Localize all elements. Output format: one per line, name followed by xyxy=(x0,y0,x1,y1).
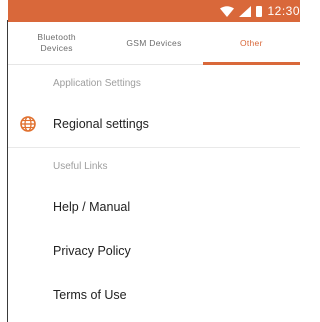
help-manual-link[interactable]: Help / Manual xyxy=(8,185,300,229)
privacy-policy-link[interactable]: Privacy Policy xyxy=(8,229,300,273)
help-manual-label: Help / Manual xyxy=(53,200,131,214)
signal-icon xyxy=(239,5,252,17)
tab-label: Other xyxy=(239,37,263,48)
tab-other[interactable]: Other xyxy=(202,22,300,65)
status-icons: 12:30 xyxy=(220,3,300,19)
tab-label: Bluetooth Devices xyxy=(37,32,76,53)
settings-list: Application Settings Regional settings U… xyxy=(8,65,300,317)
tab-bluetooth-devices[interactable]: Bluetooth Devices xyxy=(8,22,105,64)
terms-of-use-label: Terms of Use xyxy=(53,288,127,302)
battery-icon xyxy=(256,5,263,17)
section-header-application-settings: Application Settings xyxy=(53,78,141,89)
status-time: 12:30 xyxy=(267,4,300,18)
regional-settings-label: Regional settings xyxy=(53,117,149,131)
app-screen: 12:30 Bluetooth Devices GSM Devices Othe… xyxy=(8,0,300,322)
tab-bar: Bluetooth Devices GSM Devices Other xyxy=(8,22,300,65)
wifi-icon xyxy=(220,5,235,17)
terms-of-use-link[interactable]: Terms of Use xyxy=(8,273,300,317)
tab-gsm-devices[interactable]: GSM Devices xyxy=(105,22,202,64)
regional-settings-item[interactable]: Regional settings xyxy=(8,102,300,146)
status-bar: 12:30 xyxy=(8,0,300,22)
globe-icon xyxy=(20,116,36,132)
tab-label: GSM Devices xyxy=(126,37,182,48)
privacy-policy-label: Privacy Policy xyxy=(53,244,131,258)
section-header-useful-links: Useful Links xyxy=(53,161,108,172)
